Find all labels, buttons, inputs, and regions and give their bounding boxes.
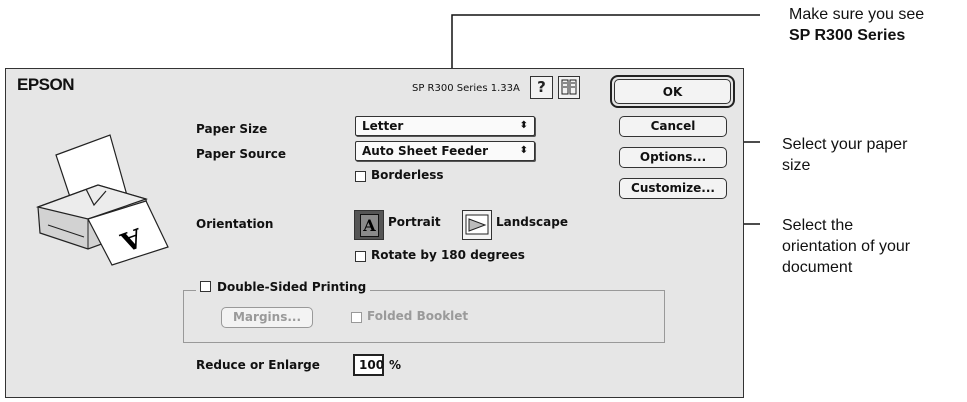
options-button[interactable]: Options...: [619, 147, 727, 168]
paper-source-label: Paper Source: [196, 147, 286, 161]
paper-source-select[interactable]: Auto Sheet Feeder ⬍: [355, 141, 535, 161]
callout-top: Make sure you see SP R300 Series: [789, 4, 924, 46]
print-dialog: EPSON SP R300 Series 1.33A ? OK Cancel O…: [5, 68, 744, 398]
double-sided-header: Double-Sided Printing: [196, 276, 371, 295]
help-button[interactable]: ?: [530, 76, 553, 99]
portrait-page-icon: A: [360, 214, 379, 237]
epson-logo: EPSON: [17, 75, 75, 94]
ok-button-frame[interactable]: OK: [610, 75, 735, 108]
callout-orientation: Select the orientation of your document: [782, 217, 911, 276]
paper-source-value: Auto Sheet Feeder: [362, 144, 488, 158]
portrait-glyph: A: [363, 216, 376, 235]
customize-button[interactable]: Customize...: [619, 178, 727, 199]
cancel-button[interactable]: Cancel: [619, 116, 727, 137]
folded-booklet-checkbox[interactable]: [351, 312, 362, 323]
double-sided-label[interactable]: Double-Sided Printing: [217, 280, 366, 294]
callout-top-line2: SP R300 Series: [789, 27, 906, 44]
ok-button[interactable]: OK: [614, 79, 731, 104]
driver-version: SP R300 Series 1.33A: [412, 83, 520, 94]
printer-illustration: A: [35, 134, 169, 266]
reduce-enlarge-input[interactable]: 100: [353, 354, 384, 376]
folded-booklet-label[interactable]: Folded Booklet: [367, 309, 468, 323]
printer-utility-icon: [561, 79, 577, 95]
double-sided-checkbox[interactable]: [200, 281, 211, 292]
percent-unit: %: [389, 358, 402, 372]
borderless-label[interactable]: Borderless: [371, 168, 444, 182]
paper-size-label: Paper Size: [196, 122, 268, 136]
portrait-label[interactable]: Portrait: [388, 215, 441, 229]
orientation-label: Orientation: [196, 217, 274, 231]
landscape-icon-button[interactable]: [462, 210, 492, 240]
borderless-checkbox[interactable]: [355, 171, 366, 182]
popup-arrow-icon: ⬍: [519, 120, 528, 131]
portrait-icon-button[interactable]: A: [354, 210, 384, 240]
landscape-page-icon: [465, 214, 489, 235]
landscape-label[interactable]: Landscape: [496, 215, 568, 229]
rotate-checkbox[interactable]: [355, 251, 366, 262]
utility-button[interactable]: [558, 76, 580, 99]
popup-arrow-icon: ⬍: [519, 145, 528, 156]
paper-size-select[interactable]: Letter ⬍: [355, 116, 535, 136]
rotate-label[interactable]: Rotate by 180 degrees: [371, 248, 525, 262]
callout-top-line1: Make sure you see: [789, 6, 925, 23]
paper-size-value: Letter: [362, 119, 404, 133]
margins-button[interactable]: Margins...: [221, 307, 313, 328]
reduce-enlarge-label: Reduce or Enlarge: [196, 358, 320, 372]
callout-paper-size: Select your paper size: [782, 136, 908, 174]
